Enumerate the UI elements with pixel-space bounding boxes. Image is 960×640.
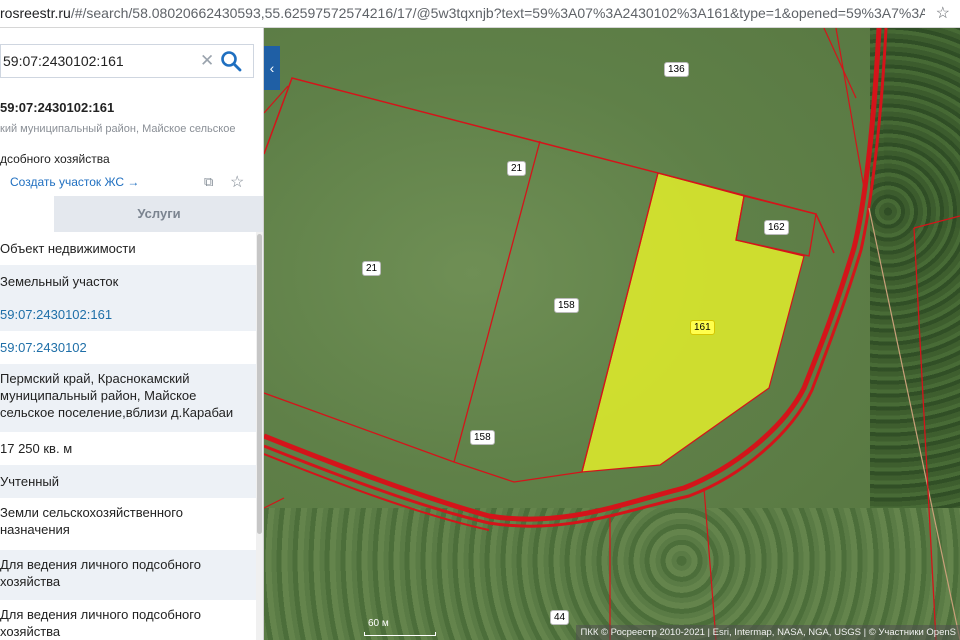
- property-row-address: Пермский край, Краснокамский муниципальны…: [0, 364, 256, 432]
- tab-info[interactable]: [0, 196, 54, 232]
- search-input[interactable]: [1, 45, 193, 77]
- scrollbar-thumb[interactable]: [257, 234, 262, 534]
- property-row-permitted-use: Для ведения личного подсобного хозяйства: [0, 550, 256, 600]
- property-row: Земельный участок: [0, 265, 256, 298]
- scale-label: 60 м: [368, 618, 389, 629]
- scale-bar: [364, 632, 436, 636]
- favorite-star-icon[interactable]: ☆: [230, 172, 244, 192]
- object-usage: дсобного хозяйства: [0, 152, 110, 166]
- parcel-label-21[interactable]: 21: [362, 261, 382, 276]
- parcel-label-162[interactable]: 162: [764, 220, 789, 235]
- info-panel: ✕ 59:07:2430102:161 кий муниципальный ра…: [0, 28, 264, 640]
- parcel-21-boundary: [264, 77, 835, 254]
- parcel-label-158[interactable]: 158: [554, 298, 579, 313]
- object-cadastral-number: 59:07:2430102:161: [0, 100, 115, 115]
- url-text[interactable]: rosreestr.ru/#/search/58.08020662430593,…: [0, 5, 925, 21]
- map-attribution: ПКК © Росреестр 2010-2021 | Esri, Interm…: [576, 625, 960, 640]
- property-row-status: Учтенный: [0, 465, 256, 498]
- clear-icon[interactable]: ✕: [200, 51, 214, 71]
- property-row-document-use: Для ведения личного подсобного хозяйства: [0, 607, 201, 639]
- property-row-area: 17 250 кв. м: [0, 441, 73, 456]
- cadastral-boundaries: [264, 28, 960, 640]
- property-table: Объект недвижимости Земельный участок 59…: [0, 232, 256, 640]
- browser-address-bar[interactable]: rosreestr.ru/#/search/58.08020662430593,…: [0, 0, 960, 28]
- create-parcel-link[interactable]: Создать участок ЖС →: [10, 175, 139, 189]
- parcel-label-158[interactable]: 158: [470, 430, 495, 445]
- search-box[interactable]: ✕: [0, 44, 254, 78]
- panel-scrollbar[interactable]: [256, 232, 263, 640]
- collapse-panel-button[interactable]: ‹: [264, 46, 280, 90]
- panel-tabs: Услуги: [0, 196, 263, 232]
- property-row-category: Земли сельскохозяйственного назначения: [0, 505, 183, 537]
- tab-services[interactable]: Услуги: [54, 196, 263, 232]
- bookmark-star-icon[interactable]: ☆: [936, 3, 950, 23]
- search-icon[interactable]: [219, 49, 243, 73]
- property-row: Объект недвижимости: [0, 241, 136, 256]
- parcel-label-44[interactable]: 44: [550, 610, 570, 625]
- parcel-label-161-selected[interactable]: 161: [690, 320, 715, 335]
- parcel-label-136[interactable]: 136: [664, 62, 689, 77]
- map-view[interactable]: ‹ 136 21 21 158 158 162 161 44 60 м ПКК …: [264, 28, 960, 640]
- cadastral-quarter-link[interactable]: 59:07:2430102: [0, 331, 256, 364]
- cadastral-number-link[interactable]: 59:07:2430102:161: [0, 298, 256, 331]
- object-address-summary: кий муниципальный район, Майское сельско…: [0, 123, 236, 135]
- zoom-to-object-icon[interactable]: ⧉: [204, 174, 213, 190]
- parcel-158-west-boundary: [453, 140, 541, 463]
- parcel-label-21[interactable]: 21: [507, 161, 527, 176]
